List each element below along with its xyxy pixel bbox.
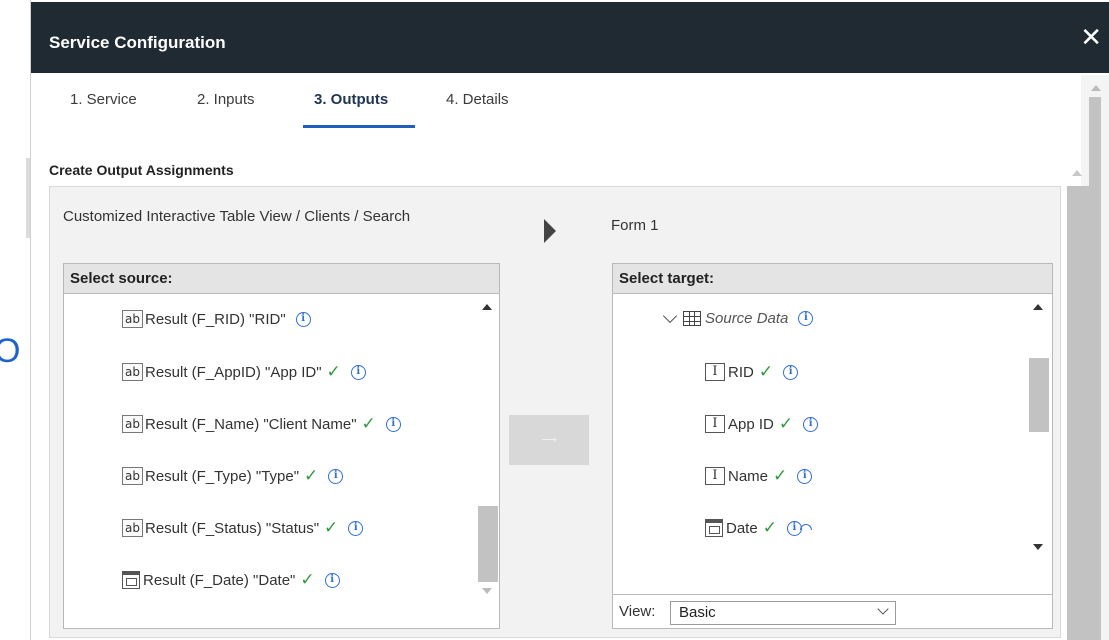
assignment-panel: Customized Interactive Table View / Clie…: [49, 186, 1061, 638]
check-icon: ✓: [361, 414, 376, 434]
calendar-icon: [705, 519, 723, 537]
target-scrollbar[interactable]: [1027, 296, 1049, 558]
text-field-icon: I: [705, 415, 725, 433]
content-scrollbar[interactable]: [1065, 160, 1089, 640]
background-partial-icon: O: [0, 332, 21, 370]
source-item-label: Result (F_AppID) "App ID": [145, 363, 322, 381]
check-icon: ✓: [326, 362, 341, 382]
text-type-icon: ab: [122, 415, 143, 433]
view-select-value: Basic: [679, 604, 716, 621]
tab-inputs[interactable]: 2. Inputs: [197, 91, 255, 108]
scrollbar-thumb[interactable]: [1067, 186, 1089, 640]
source-item-rid[interactable]: ab Result (F_RID) "RID" i: [122, 310, 311, 328]
text-type-icon: ab: [122, 467, 143, 485]
info-icon[interactable]: i: [295, 311, 311, 327]
target-item-label: Name: [728, 467, 769, 485]
calendar-icon: [122, 571, 140, 589]
info-icon[interactable]: i: [803, 416, 819, 432]
scroll-down-icon[interactable]: [482, 588, 492, 594]
service-configuration-dialog: Service Configuration ✕ 1. Service 2. In…: [30, 0, 1109, 640]
background-app: O: [0, 0, 30, 640]
source-item-date[interactable]: Result (F_Date) "Date" ✓ i: [122, 570, 340, 590]
source-path: Customized Interactive Table View / Clie…: [63, 208, 411, 225]
source-item-label: Result (F_Name) "Client Name": [145, 415, 357, 433]
target-item-label: RID: [728, 363, 754, 381]
map-assignment-button[interactable]: ⟶: [509, 415, 589, 465]
target-form-label: Form 1: [611, 217, 659, 234]
check-icon: ✓: [324, 518, 339, 538]
info-icon[interactable]: i: [783, 364, 799, 380]
scrollbar-thumb[interactable]: [1029, 358, 1049, 432]
target-item-date[interactable]: Date ✓ i: [705, 518, 802, 538]
source-item-label: Result (F_Type) "Type": [145, 467, 300, 485]
partial-info-icon: [800, 524, 812, 530]
source-item-label: Result (F_RID) "RID": [145, 310, 286, 328]
target-list: Select target: Source Data i I RID ✓ i I…: [612, 263, 1053, 629]
source-scrollbar[interactable]: [476, 296, 498, 596]
target-item-label: App ID: [728, 415, 774, 433]
scroll-up-icon[interactable]: [482, 304, 492, 310]
chevron-down-icon: [877, 603, 889, 615]
section-title: Create Output Assignments: [49, 162, 234, 178]
text-type-icon: ab: [122, 519, 143, 537]
info-icon[interactable]: i: [798, 311, 814, 326]
check-icon: ✓: [778, 414, 794, 434]
info-icon[interactable]: i: [348, 520, 364, 536]
source-item-type[interactable]: ab Result (F_Type) "Type" ✓ i: [122, 466, 344, 486]
check-icon: ✓: [762, 518, 777, 538]
info-icon[interactable]: i: [324, 572, 340, 588]
tab-outputs[interactable]: 3. Outputs: [314, 91, 388, 108]
target-group-label: Source Data: [705, 310, 789, 327]
check-icon: ✓: [304, 466, 319, 486]
text-type-icon: ab: [122, 310, 143, 328]
table-icon: [683, 311, 701, 326]
text-field-icon: I: [705, 467, 725, 485]
target-item-name[interactable]: I Name ✓ i: [705, 466, 813, 486]
scrollbar-thumb[interactable]: [1089, 97, 1101, 640]
source-item-name[interactable]: ab Result (F_Name) "Client Name" ✓ i: [122, 414, 401, 434]
scroll-down-icon[interactable]: [1033, 544, 1043, 550]
check-icon: ✓: [758, 362, 774, 382]
view-select[interactable]: Basic: [670, 601, 896, 625]
tab-service[interactable]: 1. Service: [70, 91, 137, 108]
check-icon: ✓: [300, 570, 315, 590]
target-item-appid[interactable]: I App ID ✓ i: [705, 414, 819, 434]
source-item-appid[interactable]: ab Result (F_AppID) "App ID" ✓ i: [122, 362, 366, 382]
chevron-down-icon[interactable]: [662, 308, 678, 323]
scroll-up-icon[interactable]: [1091, 85, 1101, 91]
source-header: Select source:: [64, 264, 499, 294]
source-item-label: Result (F_Date) "Date": [143, 571, 296, 589]
info-icon[interactable]: i: [797, 468, 813, 484]
text-type-icon: ab: [122, 363, 143, 381]
scroll-up-icon[interactable]: [1033, 304, 1043, 310]
scroll-up-icon[interactable]: [1072, 170, 1082, 176]
target-group-source-data[interactable]: Source Data i: [662, 308, 814, 327]
target-header: Select target:: [613, 264, 1052, 294]
arrow-right-icon: [544, 219, 556, 243]
wizard-tabs: 1. Service 2. Inputs 3. Outputs 4. Detai…: [31, 73, 1081, 131]
target-item-rid[interactable]: I RID ✓ i: [705, 362, 799, 382]
dialog-title: Service Configuration: [49, 33, 226, 52]
source-item-status[interactable]: ab Result (F_Status) "Status" ✓ i: [122, 518, 364, 538]
tab-details[interactable]: 4. Details: [446, 91, 509, 108]
view-row: View: Basic: [613, 594, 1052, 628]
active-tab-indicator: [303, 125, 415, 128]
scrollbar-thumb[interactable]: [478, 506, 498, 582]
source-item-label: Result (F_Status) "Status": [145, 519, 320, 537]
text-field-icon: I: [705, 363, 725, 381]
close-icon[interactable]: ✕: [1080, 24, 1102, 50]
target-item-label: Date: [726, 519, 758, 537]
dialog-titlebar: Service Configuration ✕: [31, 2, 1109, 73]
view-label: View:: [619, 603, 656, 620]
check-icon: ✓: [773, 466, 788, 486]
info-icon[interactable]: i: [328, 468, 344, 484]
info-icon[interactable]: i: [350, 364, 366, 380]
info-icon[interactable]: i: [385, 416, 401, 432]
source-list: Select source: ab Result (F_RID) "RID" i…: [63, 263, 500, 629]
